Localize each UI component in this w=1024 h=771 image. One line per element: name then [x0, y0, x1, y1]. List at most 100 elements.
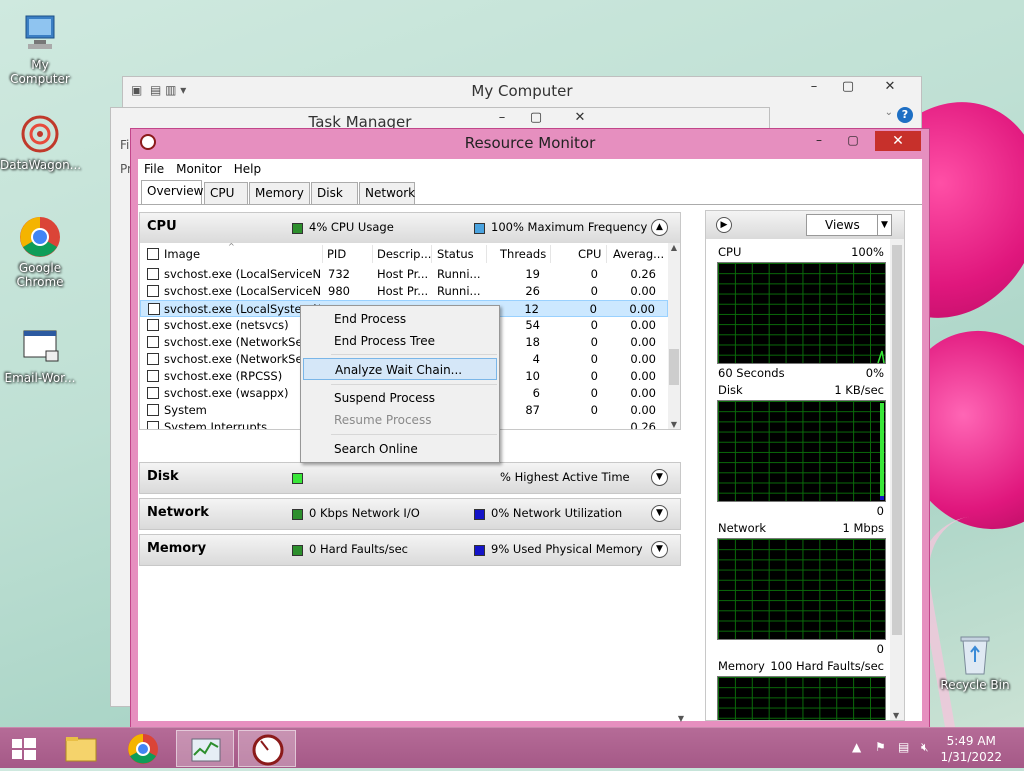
minimize-button[interactable]: –: [799, 77, 829, 97]
menu-separator: [331, 434, 497, 435]
taskbar-clock[interactable]: 5:49 AM 1/31/2022: [940, 733, 1002, 765]
scroll-down-icon[interactable]: ▼: [893, 711, 899, 720]
cell-cpu: 0: [590, 369, 598, 383]
network-io-stat: 0 Kbps Network I/O: [309, 506, 420, 520]
taskbar-task-manager[interactable]: [176, 730, 234, 767]
graphs-scrollbar[interactable]: ▼: [890, 239, 904, 720]
views-dropdown[interactable]: Views ▼: [806, 214, 892, 236]
desktop-icon-google-chrome[interactable]: Google Chrome: [0, 215, 80, 289]
column-pid[interactable]: PID: [327, 247, 346, 261]
tab-network[interactable]: Network: [359, 182, 415, 204]
menu-help[interactable]: Help: [228, 159, 267, 179]
disk-section[interactable]: Disk % Highest Active Time ▼: [139, 462, 681, 494]
select-all-checkbox[interactable]: [147, 248, 159, 260]
row-checkbox[interactable]: [147, 387, 159, 399]
quick-access-toolbar[interactable]: ▣ ▤ ▥ ▾: [131, 83, 186, 97]
expand-chevron-icon[interactable]: ▼: [651, 505, 668, 522]
cpu-section-header[interactable]: CPU 4% CPU Usage 100% Maximum Frequency …: [140, 213, 680, 243]
disk-graph-min: 0: [876, 504, 884, 518]
row-checkbox[interactable]: [147, 285, 159, 297]
cell-threads: 10: [525, 369, 540, 383]
menu-item-end-process-tree[interactable]: End Process Tree: [303, 330, 497, 352]
taskbar-file-explorer[interactable]: [52, 730, 110, 767]
expand-chevron-icon[interactable]: ▼: [651, 469, 668, 486]
taskbar-chrome[interactable]: [114, 730, 172, 767]
table-row[interactable]: svchost.exe (LocalServiceNet... 732 Host…: [140, 266, 668, 283]
collapse-chevron-icon[interactable]: ▲: [651, 219, 668, 236]
chevron-down-icon[interactable]: ⌄: [885, 107, 893, 118]
row-checkbox[interactable]: [147, 319, 159, 331]
views-label: Views: [825, 218, 860, 232]
maximize-button[interactable]: ▢: [839, 131, 867, 151]
maximize-button[interactable]: ▢: [833, 77, 863, 97]
scroll-up-icon[interactable]: ▲: [668, 243, 680, 252]
column-description[interactable]: Descrip...: [377, 247, 431, 261]
desktop-icon-recycle-bin[interactable]: Recycle Bin: [935, 632, 1015, 692]
close-button[interactable]: ✕: [867, 77, 913, 97]
network-icon[interactable]: ▤: [898, 740, 909, 754]
column-image[interactable]: Image: [164, 247, 200, 261]
close-button[interactable]: ✕: [875, 131, 921, 151]
close-button[interactable]: ✕: [557, 108, 603, 128]
memory-graph-max: 100 Hard Faults/sec: [770, 659, 884, 673]
volume-muted-icon[interactable]: 🔇︎: [921, 740, 929, 755]
row-checkbox[interactable]: [147, 268, 159, 280]
minimize-button[interactable]: –: [487, 108, 517, 128]
tab-disk[interactable]: Disk: [311, 182, 358, 204]
menu-item-end-process[interactable]: End Process: [303, 308, 497, 330]
disk-graph: [717, 400, 886, 502]
row-checkbox[interactable]: [147, 404, 159, 416]
row-checkbox[interactable]: [147, 421, 159, 429]
column-threads[interactable]: Threads: [500, 247, 546, 261]
network-section[interactable]: Network 0 Kbps Network I/O 0% Network Ut…: [139, 498, 681, 530]
table-row[interactable]: svchost.exe (LocalServiceNo... 980 Host …: [140, 283, 668, 300]
resource-monitor-window[interactable]: Resource Monitor – ▢ ✕ File Monitor Help O…: [130, 128, 930, 728]
tab-memory[interactable]: Memory: [249, 182, 310, 204]
menu-bar: File Monitor Help: [138, 159, 922, 181]
menu-separator: [331, 384, 497, 385]
hard-faults-swatch: [292, 545, 303, 556]
column-cpu[interactable]: CPU: [578, 247, 601, 261]
column-status[interactable]: Status: [437, 247, 474, 261]
start-button[interactable]: [0, 730, 48, 767]
network-graph: [717, 538, 886, 640]
section-title: Memory: [147, 541, 207, 556]
table-scrollbar[interactable]: ▲ ▼: [668, 243, 680, 429]
taskbar-resource-monitor[interactable]: [238, 730, 296, 767]
desktop-icon-my-computer[interactable]: My Computer: [0, 12, 80, 86]
row-checkbox[interactable]: [147, 353, 159, 365]
scroll-down-icon[interactable]: ▼: [678, 714, 684, 723]
row-checkbox[interactable]: [148, 303, 160, 315]
menu-item-analyze-wait-chain[interactable]: Analyze Wait Chain...: [303, 358, 497, 380]
show-hidden-icons-icon[interactable]: ▲: [852, 740, 861, 754]
desktop-icon-datawagon[interactable]: DataWagon...: [0, 112, 81, 172]
cell-cpu: 0: [589, 302, 597, 316]
column-average-cpu[interactable]: Averag...: [613, 247, 664, 261]
expand-chevron-icon[interactable]: ▼: [651, 541, 668, 558]
tab-overview[interactable]: Overview: [141, 180, 204, 204]
row-checkbox[interactable]: [147, 370, 159, 382]
row-checkbox[interactable]: [147, 336, 159, 348]
maximize-button[interactable]: ▢: [521, 108, 551, 128]
menu-item-suspend-process[interactable]: Suspend Process: [303, 387, 497, 409]
menu-file[interactable]: File: [138, 159, 170, 179]
action-center-flag-icon[interactable]: ⚑: [875, 740, 886, 754]
cell-description: Host Pr...: [377, 267, 429, 281]
scrollbar-thumb[interactable]: [892, 245, 902, 635]
cell-average: 0.00: [630, 403, 656, 417]
network-io-swatch: [292, 509, 303, 520]
memory-graph-title: Memory: [718, 659, 765, 673]
minimize-button[interactable]: –: [805, 131, 833, 151]
scroll-down-icon[interactable]: ▼: [668, 420, 680, 429]
tab-cpu[interactable]: CPU: [204, 182, 248, 204]
cell-image: System: [164, 403, 207, 417]
menu-item-search-online[interactable]: Search Online: [303, 438, 497, 460]
help-icon[interactable]: ?: [897, 107, 913, 123]
collapse-pane-icon[interactable]: ▶: [716, 217, 732, 233]
cell-threads: 87: [525, 403, 540, 417]
desktop-icon-email-worm[interactable]: Email-Wor...: [0, 325, 80, 385]
cpu-usage-stat: 4% CPU Usage: [309, 220, 394, 234]
menu-monitor[interactable]: Monitor: [170, 159, 228, 179]
memory-section[interactable]: Memory 0 Hard Faults/sec 9% Used Physica…: [139, 534, 681, 566]
scrollbar-thumb[interactable]: [669, 349, 679, 385]
